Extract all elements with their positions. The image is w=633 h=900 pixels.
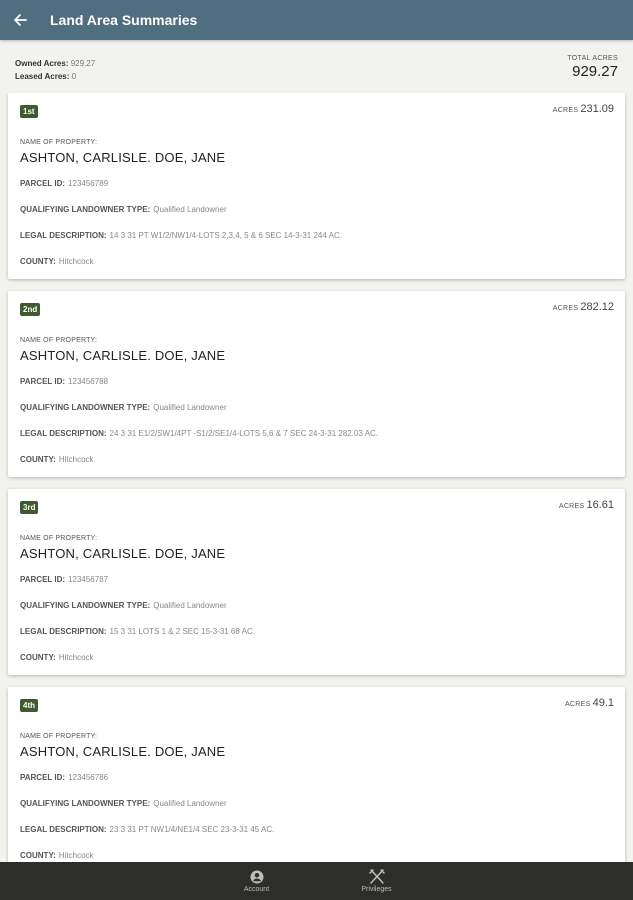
parcel-id: PARCEL ID: 123456786 bbox=[20, 773, 109, 782]
qualifying-type: QUALIFYING LANDOWNER TYPE: Qualified Land… bbox=[20, 799, 227, 808]
parcel-id: PARCEL ID: 123456789 bbox=[20, 179, 109, 188]
parcel-id: PARCEL ID: 123456787 bbox=[20, 575, 109, 584]
property-card[interactable]: 4th ACRES 49.1 NAME OF PROPERTY: ASHTON, … bbox=[8, 687, 625, 862]
card-acres: ACRES 231.09 bbox=[552, 103, 614, 115]
total-acres-label: TOTAL ACRES bbox=[567, 55, 618, 62]
legal-description: LEGAL DESCRIPTION: 24 3 31 E1/2/SW1/4PT -… bbox=[20, 429, 378, 438]
page-title: Land Area Summaries bbox=[50, 12, 198, 28]
account-icon bbox=[250, 870, 263, 883]
card-acres: ACRES 16.61 bbox=[558, 499, 614, 511]
property-name-label: NAME OF PROPERTY: bbox=[20, 139, 98, 146]
bottom-nav: Account Privileges bbox=[0, 862, 633, 900]
property-name-label: NAME OF PROPERTY: bbox=[20, 337, 98, 344]
qualifying-type: QUALIFYING LANDOWNER TYPE: Qualified Land… bbox=[20, 403, 227, 412]
property-name-label: NAME OF PROPERTY: bbox=[20, 733, 98, 740]
total-acres: TOTAL ACRES 929.27 bbox=[567, 55, 618, 80]
nav-privileges[interactable]: Privileges bbox=[347, 862, 407, 900]
property-name: ASHTON, CARLISLE. DOE, JANE bbox=[20, 150, 226, 165]
property-card[interactable]: 1st ACRES 231.09 NAME OF PROPERTY: ASHTON… bbox=[8, 93, 625, 279]
nav-account[interactable]: Account bbox=[227, 862, 287, 900]
parcel-id: PARCEL ID: 123456788 bbox=[20, 377, 109, 386]
legal-description: LEGAL DESCRIPTION: 14 3 31 PT W1/2/NW1/4-… bbox=[20, 231, 342, 240]
property-name-label: NAME OF PROPERTY: bbox=[20, 535, 98, 542]
leased-acres: Leased Acres: 0 bbox=[15, 72, 77, 81]
property-list[interactable]: 1st ACRES 231.09 NAME OF PROPERTY: ASHTON… bbox=[0, 93, 633, 862]
privileges-icon bbox=[368, 869, 385, 884]
arrow-left-icon bbox=[14, 14, 27, 26]
nav-privileges-label: Privileges bbox=[361, 886, 392, 893]
property-name: ASHTON, CARLISLE. DOE, JANE bbox=[20, 546, 226, 561]
qualifying-type: QUALIFYING LANDOWNER TYPE: Qualified Land… bbox=[20, 205, 227, 214]
legal-description: LEGAL DESCRIPTION: 15 3 31 LOTS 1 & 2 SEC… bbox=[20, 627, 255, 636]
property-name: ASHTON, CARLISLE. DOE, JANE bbox=[20, 744, 226, 759]
property-card[interactable]: 2nd ACRES 282.12 NAME OF PROPERTY: ASHTON… bbox=[8, 291, 625, 477]
county: COUNTY: Hitchcock bbox=[20, 851, 94, 860]
rank-badge: 2nd bbox=[20, 303, 41, 316]
property-name: ASHTON, CARLISLE. DOE, JANE bbox=[20, 348, 226, 363]
owned-acres: Owned Acres: 929.27 bbox=[15, 59, 96, 68]
rank-badge: 1st bbox=[20, 105, 38, 118]
back-button[interactable] bbox=[0, 0, 40, 40]
card-acres: ACRES 49.1 bbox=[564, 697, 614, 709]
county: COUNTY: Hitchcock bbox=[20, 257, 94, 266]
qualifying-type: QUALIFYING LANDOWNER TYPE: Qualified Land… bbox=[20, 601, 227, 610]
county: COUNTY: Hitchcock bbox=[20, 455, 94, 464]
rank-badge: 4th bbox=[20, 699, 38, 712]
acres-summary: Owned Acres: 929.27 Leased Acres: 0 TOTA… bbox=[0, 40, 633, 90]
app-bar: Land Area Summaries bbox=[0, 0, 633, 40]
total-acres-value: 929.27 bbox=[572, 63, 618, 80]
rank-badge: 3rd bbox=[20, 501, 39, 514]
nav-account-label: Account bbox=[243, 885, 270, 893]
legal-description: LEGAL DESCRIPTION: 23 3 31 PT NW1/4/NE1/4… bbox=[20, 825, 275, 834]
property-card[interactable]: 3rd ACRES 16.61 NAME OF PROPERTY: ASHTON,… bbox=[8, 489, 625, 675]
card-acres: ACRES 282.12 bbox=[552, 301, 614, 313]
acres-breakdown: Owned Acres: 929.27 Leased Acres: 0 bbox=[15, 57, 95, 83]
county: COUNTY: Hitchcock bbox=[20, 653, 94, 662]
